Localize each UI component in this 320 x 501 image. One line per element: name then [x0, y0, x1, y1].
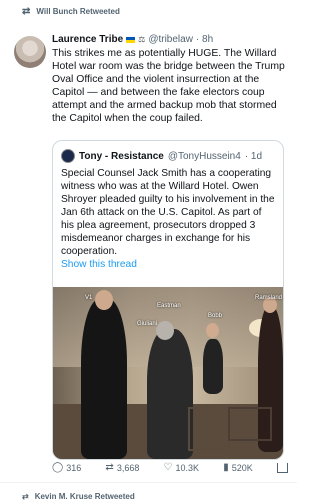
retweet-header: ⇄ Will Bunch Retweeted	[22, 6, 120, 17]
views-button[interactable]: ▮ 520K	[223, 462, 253, 473]
ukraine-flag-icon	[126, 36, 136, 43]
quote-author-avatar	[61, 149, 75, 163]
retweeted-by-label[interactable]: Will Bunch Retweeted	[36, 7, 120, 16]
tweet-header: Laurence Tribe ⚖ @tribelaw · 8h	[52, 34, 290, 45]
quote-text: Special Counsel Jack Smith has a coopera…	[61, 167, 276, 271]
photo-label: Bobb	[208, 313, 223, 319]
quote-body-text: Special Counsel Jack Smith has a coopera…	[61, 168, 275, 257]
reply-button[interactable]: ◯ 316	[52, 462, 81, 473]
photo-person	[147, 329, 193, 459]
photo-label: Ramsland	[255, 295, 283, 301]
author-avatar[interactable]	[14, 36, 46, 68]
quote-author-name: Tony - Resistance	[79, 150, 164, 162]
photo-label: Eastman	[157, 303, 181, 309]
share-icon	[276, 462, 288, 473]
retweet-icon: ⇄	[105, 462, 114, 473]
heart-icon: ♡	[163, 462, 173, 473]
retweet-count: 3,668	[116, 462, 140, 473]
share-button[interactable]	[276, 462, 288, 473]
photo-chair	[188, 407, 230, 451]
like-button[interactable]: ♡ 10.3K	[164, 462, 200, 473]
tweet-text: This strikes me as potentially HUGE. The…	[52, 48, 285, 124]
retweet-button[interactable]: ⇄ 3,668	[105, 462, 139, 473]
author-name[interactable]: Laurence Tribe	[52, 34, 123, 45]
tweet-time: · 8h	[195, 34, 214, 45]
scales-icon: ⚖	[138, 35, 146, 44]
views-icon: ▮	[223, 462, 229, 473]
photo-label: Giuliani	[137, 321, 158, 327]
quote-time: · 1d	[244, 150, 263, 162]
tweet-divider	[0, 482, 297, 483]
photo-person	[81, 299, 127, 459]
photo-chair	[228, 407, 272, 441]
quote-header: Tony - Resistance @TonyHussein4 · 1d	[61, 149, 262, 163]
reply-count: 316	[66, 462, 82, 473]
photo-person-head	[95, 290, 113, 310]
tweet-actions: ◯ 316 ⇄ 3,668 ♡ 10.3K ▮ 520K	[52, 462, 288, 473]
reply-icon: ◯	[52, 462, 64, 473]
retweet-icon: ⇄	[22, 6, 31, 17]
like-count: 10.3K	[175, 462, 200, 473]
photo-label: V1	[85, 295, 93, 301]
views-count: 520K	[231, 462, 253, 473]
quote-photo[interactable]: V1 Eastman Giuliani Bobb Ramsland	[53, 287, 283, 459]
tweet-body[interactable]: Laurence Tribe ⚖ @tribelaw · 8h This str…	[52, 34, 290, 125]
photo-person-head	[206, 323, 219, 338]
show-thread-link[interactable]: Show this thread	[61, 258, 276, 271]
quote-author-handle: @TonyHussein4	[167, 150, 241, 162]
photo-person	[203, 339, 223, 394]
photo-person-head	[156, 321, 174, 340]
quoted-tweet-card[interactable]: Tony - Resistance @TonyHussein4 · 1d Spe…	[52, 140, 284, 460]
author-handle[interactable]: @tribelaw	[148, 34, 193, 45]
